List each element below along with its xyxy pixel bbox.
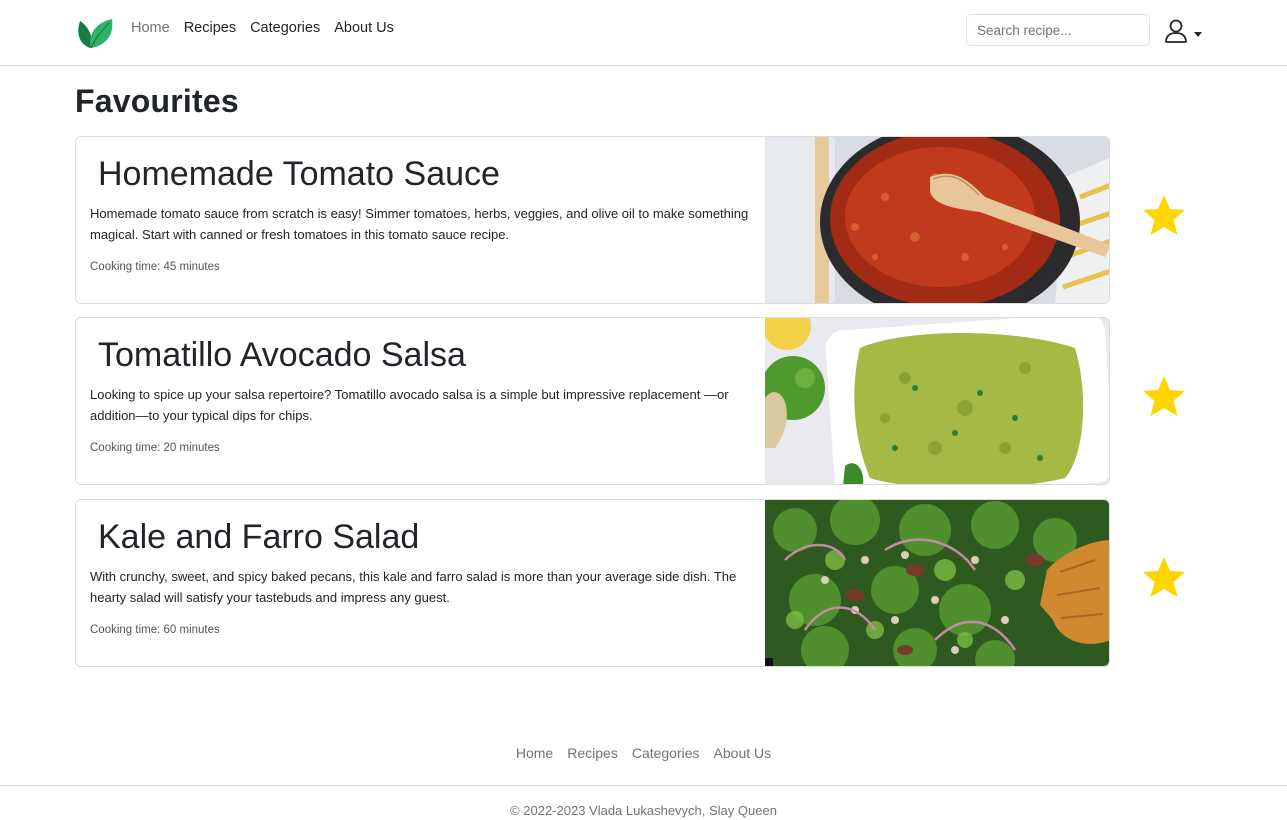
recipe-description: Homemade tomato sauce from scratch is ea… [90,206,749,242]
recipe-card-body: Kale and Farro Salad With crunchy, sweet… [76,500,765,666]
recipe-title: Homemade Tomato Sauce [98,155,500,193]
page-title: Favourites [75,83,239,119]
recipe-card[interactable]: Homemade Tomato Sauce Homemade tomato sa… [75,136,1110,304]
user-menu-dropdown[interactable] [1164,16,1210,46]
nav-home-link[interactable]: Home [131,20,170,36]
recipe-card-body: Homemade Tomato Sauce Homemade tomato sa… [76,137,765,303]
leaf-logo-icon[interactable] [76,11,114,49]
recipe-image-kale-salad [765,500,1109,666]
favourite-star-icon[interactable] [1142,194,1186,236]
nav-categories-link[interactable]: Categories [250,20,320,36]
recipe-cooking-time: Cooking time: 60 minutes [90,624,220,636]
search-input[interactable] [966,14,1150,46]
main-nav: Home Recipes Categories About Us [131,20,394,36]
recipe-card[interactable]: Kale and Farro Salad With crunchy, sweet… [75,499,1110,667]
recipe-image-avocado-salsa [765,318,1109,484]
user-icon [1165,19,1187,43]
recipe-image-tomato-sauce [765,137,1109,303]
recipe-card-body: Tomatillo Avocado Salsa Looking to spice… [76,318,765,484]
footer-categories-link[interactable]: Categories [632,745,700,761]
footer-divider [0,785,1287,786]
footer-home-link[interactable]: Home [516,745,553,761]
footer-nav: Home Recipes Categories About Us [0,745,1287,761]
copyright-text: © 2022-2023 Vlada Lukashevych, Slay Quee… [510,803,777,818]
footer-about-link[interactable]: About Us [714,745,772,761]
nav-recipes-link[interactable]: Recipes [184,20,236,36]
recipe-title: Kale and Farro Salad [98,518,420,556]
caret-down-icon [1194,31,1202,37]
recipe-cooking-time: Cooking time: 45 minutes [90,261,220,273]
favourite-star-icon[interactable] [1142,556,1186,598]
recipe-description: With crunchy, sweet, and spicy baked pec… [90,569,737,605]
recipe-description: Looking to spice up your salsa repertoir… [90,387,729,423]
footer-recipes-link[interactable]: Recipes [567,745,618,761]
navbar: Home Recipes Categories About Us [0,0,1287,66]
recipe-title: Tomatillo Avocado Salsa [98,336,466,374]
favourite-star-icon[interactable] [1142,375,1186,417]
recipe-cooking-time: Cooking time: 20 minutes [90,442,220,454]
nav-about-link[interactable]: About Us [334,20,394,36]
recipe-card[interactable]: Tomatillo Avocado Salsa Looking to spice… [75,317,1110,485]
